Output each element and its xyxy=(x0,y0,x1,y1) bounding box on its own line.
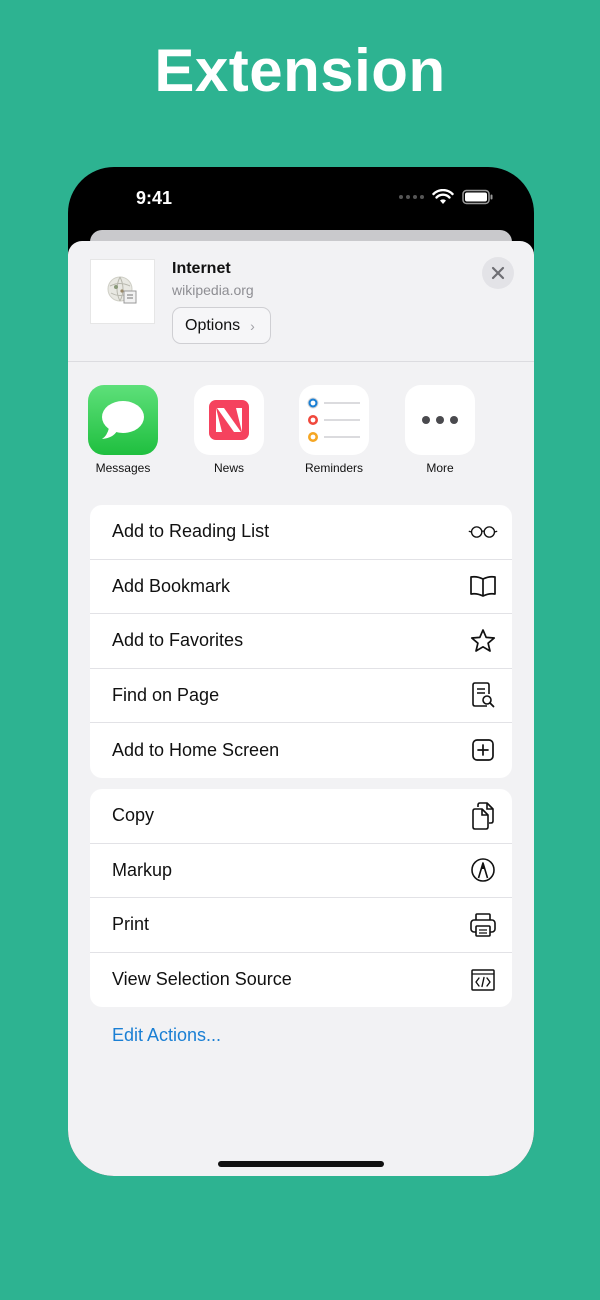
action-label: Add to Reading List xyxy=(112,521,270,542)
status-icons xyxy=(399,189,494,205)
action-copy[interactable]: Copy xyxy=(90,789,512,844)
actions-group-2: Copy Markup Print View Selection Source xyxy=(90,789,512,1007)
hero-title: Extension xyxy=(154,37,446,104)
markup-icon xyxy=(468,855,498,885)
action-label: Add Bookmark xyxy=(112,575,231,596)
cellular-signal-icon xyxy=(399,195,424,199)
action-label: Markup xyxy=(112,859,173,880)
status-bar: 9:41 xyxy=(68,167,534,229)
home-indicator xyxy=(218,1161,384,1167)
app-reminders[interactable]: Reminders xyxy=(289,385,379,475)
site-url: wikipedia.org xyxy=(172,282,254,298)
battery-icon xyxy=(462,189,493,205)
action-print[interactable]: Print xyxy=(90,898,512,953)
close-button[interactable] xyxy=(482,257,514,289)
book-icon xyxy=(468,571,498,601)
action-markup[interactable]: Markup xyxy=(90,844,512,898)
action-label: Add to Home Screen xyxy=(112,739,280,760)
more-icon xyxy=(405,385,475,455)
actions-group-1: Add to Reading List Add Bookmark Add to … xyxy=(90,505,512,778)
reminders-icon xyxy=(299,385,369,455)
action-add-to-home-screen[interactable]: Add to Home Screen xyxy=(90,723,512,778)
options-label: Options xyxy=(185,316,241,334)
share-apps-row: Messages News Reminders More xyxy=(68,385,534,485)
phone-frame: 9:41 Internet wikipedia.org Options › Me… xyxy=(68,167,534,1176)
action-find-on-page[interactable]: Find on Page xyxy=(90,669,512,723)
action-add-bookmark[interactable]: Add Bookmark xyxy=(90,560,512,614)
plus-square-icon xyxy=(468,735,498,765)
site-thumbnail xyxy=(90,259,155,324)
app-label: Messages xyxy=(95,461,151,475)
app-news[interactable]: News xyxy=(184,385,274,475)
edit-actions-link[interactable]: Edit Actions... xyxy=(112,1025,221,1046)
action-add-to-reading-list[interactable]: Add to Reading List xyxy=(90,505,512,560)
site-title: Internet xyxy=(172,260,231,277)
find-document-icon xyxy=(468,680,498,710)
app-more[interactable]: More xyxy=(395,385,485,475)
printer-icon xyxy=(468,910,498,940)
share-sheet-header: Internet wikipedia.org Options › xyxy=(68,241,534,362)
news-icon xyxy=(194,385,264,455)
star-icon xyxy=(468,626,498,656)
glasses-icon xyxy=(468,517,498,547)
action-label: Add to Favorites xyxy=(112,630,244,651)
status-time: 9:41 xyxy=(136,188,173,208)
action-label: Find on Page xyxy=(112,684,220,705)
action-label: View Selection Source xyxy=(112,969,292,990)
app-label: News xyxy=(213,461,244,475)
app-label: More xyxy=(426,461,454,475)
code-source-icon xyxy=(468,965,498,995)
chevron-right-icon: › xyxy=(250,317,255,334)
action-label: Copy xyxy=(112,805,155,826)
share-sheet: Internet wikipedia.org Options › Message… xyxy=(68,241,534,1176)
close-icon xyxy=(491,266,505,280)
app-label: Reminders xyxy=(304,461,364,475)
action-add-to-favorites[interactable]: Add to Favorites xyxy=(90,614,512,669)
action-label: Print xyxy=(112,914,150,935)
copy-icon xyxy=(468,801,498,831)
messages-icon xyxy=(88,385,158,455)
options-button[interactable]: Options › xyxy=(172,307,271,344)
app-messages[interactable]: Messages xyxy=(78,385,168,475)
wikipedia-globe-icon xyxy=(107,276,136,303)
action-view-selection-source[interactable]: View Selection Source xyxy=(90,953,512,1008)
wifi-icon xyxy=(432,189,454,204)
